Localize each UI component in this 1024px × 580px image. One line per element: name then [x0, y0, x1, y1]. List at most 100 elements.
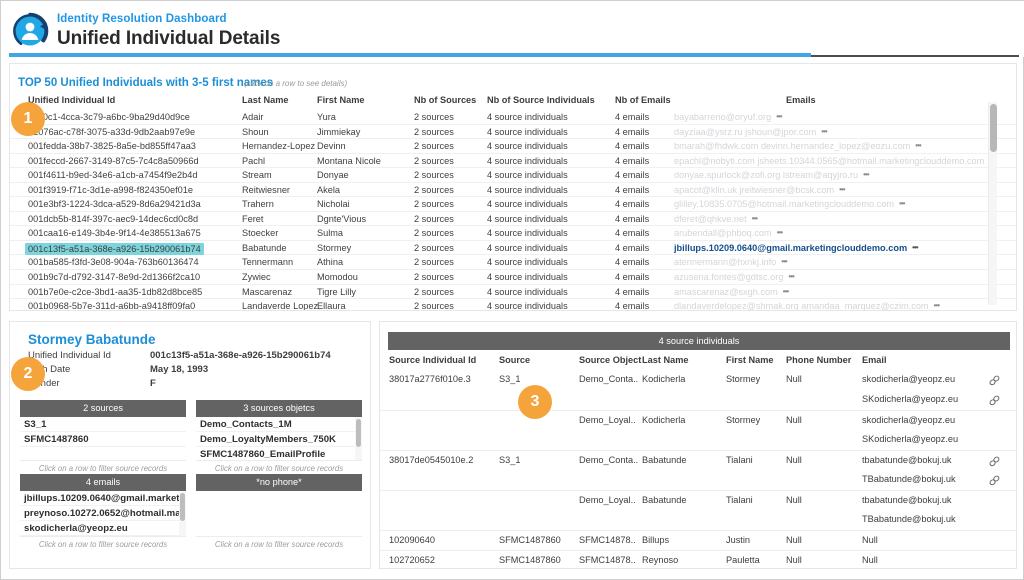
- overflow-dots-icon[interactable]: •••: [777, 228, 783, 237]
- overflow-dots-icon[interactable]: •••: [915, 141, 921, 150]
- filter-box-hint: Click on a row to filter source records: [214, 540, 344, 549]
- overflow-dots-icon[interactable]: •••: [781, 257, 787, 266]
- table-row[interactable]: 001c13f5-a51a-368e-a926-15b290061b74 Baba…: [10, 241, 1016, 256]
- table-row[interactable]: TBabatunde@bokuj.uk: [380, 470, 1018, 490]
- chain-link-icon[interactable]: [988, 394, 1001, 409]
- list-item[interactable]: S3_1: [20, 417, 186, 432]
- filter-box-title[interactable]: *no phone*: [196, 474, 362, 491]
- cell-nb_sources: 2 sources: [414, 184, 454, 195]
- cell-phone-number: Null: [786, 535, 802, 545]
- filter-box-title[interactable]: 4 emails: [20, 474, 186, 491]
- filter-box-list[interactable]: Demo_Contacts_1M Demo_LoyaltyMembers_750K…: [196, 417, 362, 461]
- chain-link-icon[interactable]: [988, 374, 1001, 389]
- cell-first: Donyae: [317, 170, 349, 181]
- list-item[interactable]: Demo_Contacts_1M: [196, 417, 362, 432]
- table-row[interactable]: 38017de0545010e.2 S3_1 Demo_Conta.. Babatun…: [380, 450, 1018, 470]
- cell-first: Dgnte'Vious: [317, 213, 367, 224]
- table-row[interactable]: 102090640 SFMC1487860 SFMC14878.. Billups Ju…: [380, 530, 1018, 550]
- cell-nb_sources: 2 sources: [414, 112, 454, 122]
- table-row[interactable]: 02076ac-c78f-3075-a33d-9db2aab97e9e Shoun…: [10, 125, 1016, 140]
- overflow-dots-icon[interactable]: •••: [863, 170, 869, 179]
- box-scrollbar-thumb[interactable]: [356, 419, 361, 447]
- source-table-body[interactable]: 38017a2776f010e.3 S3_1 Demo_Conta.. Kodiche…: [380, 370, 1018, 570]
- table-row[interactable]: Demo_Loyal.. Babatunde Tialani Null tbabatun…: [380, 490, 1018, 510]
- cell-last-name: Reynoso: [642, 555, 679, 565]
- list-item[interactable]: skodicherla@yeopz.eu: [20, 521, 186, 536]
- list-item[interactable]: Demo_LoyaltyMembers_750K: [196, 432, 362, 447]
- overflow-dots-icon[interactable]: •••: [821, 127, 827, 136]
- filter-box-title[interactable]: 3 sources objetcs: [196, 400, 362, 417]
- table-row[interactable]: TBabatunde@bokuj.uk: [380, 510, 1018, 530]
- filter-box-title[interactable]: 2 sources: [20, 400, 186, 417]
- filter-box-list[interactable]: jbillups.10209.0640@gmail.marketi preynos…: [20, 491, 186, 537]
- table-row[interactable]: 20c0c1-4cca-3c79-a6bc-9ba29d40d9ce Adair Y…: [10, 110, 1016, 125]
- overflow-dots-icon[interactable]: •••: [839, 185, 845, 194]
- chain-link-icon[interactable]: [988, 474, 1001, 489]
- dashboard-root: Identity Resolution Dashboard Unified In…: [0, 0, 1024, 580]
- list-item[interactable]: jbillups.10209.0640@gmail.marketi: [20, 491, 186, 506]
- cell-last: Reitwiesner: [242, 184, 290, 195]
- cell-emails: bmarah@fhdwk.com devinn.hernandez_lopez@…: [674, 141, 922, 152]
- cell-first: Sulma: [317, 228, 344, 239]
- table-row[interactable]: SKodicherla@yeopz.eu: [380, 430, 1018, 450]
- overflow-dots-icon[interactable]: •••: [912, 243, 918, 252]
- table-row[interactable]: SKodicherla@yeopz.eu: [380, 390, 1018, 410]
- filter-box-list[interactable]: S3_1 SFMC1487860: [20, 417, 186, 461]
- table-row[interactable]: 001b9c7d-d792-3147-8e9d-2d1366f2ca10 Zywi…: [10, 270, 1016, 285]
- filter-box-list[interactable]: [196, 491, 362, 537]
- table-row[interactable]: 38017a2776f010e.3 S3_1 Demo_Conta.. Kodiche…: [380, 370, 1018, 390]
- cell-source-individual-id: 38017de0545010e.2: [389, 455, 474, 465]
- cell-emails: azusena.fontes@gdtsc.org •••: [674, 272, 795, 283]
- overflow-dots-icon[interactable]: •••: [788, 272, 794, 281]
- cell-id: 001caa16-e149-3b4e-9f14-4e385513a675: [28, 228, 201, 239]
- callout-badge-1: 1: [11, 102, 45, 136]
- table-row[interactable]: 001caa16-e149-3b4e-9f14-4e385513a675 Stoe…: [10, 226, 1016, 241]
- chain-link-icon[interactable]: [988, 455, 1001, 470]
- cell-nb_sources: 2 sources: [414, 228, 454, 239]
- table-row[interactable]: 001feccd-2667-3149-87c5-7c4c8a50966d Pach…: [10, 154, 1016, 169]
- cell-nb_source_individuals: 4 source individuals: [487, 155, 568, 166]
- overflow-dots-icon[interactable]: •••: [899, 199, 905, 208]
- cell-nb_sources: 2 sources: [414, 199, 454, 210]
- table-row[interactable]: 102720652 SFMC1487860 SFMC14878.. Reynoso Pa…: [380, 550, 1018, 570]
- cell-id: 001b9c7d-d792-3147-8e9d-2d1366f2ca10: [28, 272, 201, 283]
- table-row[interactable]: 001dcb5b-814f-397c-aec9-14dec6cd0c8d Fere…: [10, 212, 1016, 227]
- detail-field-label-0: Unified Individual Id: [28, 350, 111, 361]
- list-item[interactable]: preynoso.10272.0652@hotmail.mar: [20, 506, 186, 521]
- table-row[interactable]: 001e3bf3-1224-3dca-a529-8d6a29421d3a Trah…: [10, 197, 1016, 212]
- cell-nb_emails: 4 emails: [615, 199, 650, 210]
- cell-first: Stormey: [317, 242, 352, 253]
- cell-source: S3_1: [499, 455, 521, 465]
- cell-first: Tigre Lilly: [317, 286, 356, 297]
- cell-first-name: Stormey: [726, 415, 761, 425]
- overflow-dots-icon[interactable]: •••: [776, 112, 782, 121]
- table-row[interactable]: Demo_Loyal.. Kodicherla Stormey Null skodich…: [380, 410, 1018, 430]
- table-row[interactable]: 001b7e0e-c2ce-3bd1-aa35-1db82d8bce85 Masc…: [10, 285, 1016, 300]
- table-row[interactable]: 001ba585-f3fd-3e08-904a-763b60136474 Tenn…: [10, 255, 1016, 271]
- top-panel-hint: (click on a row to see details): [244, 79, 348, 88]
- overflow-dots-icon[interactable]: •••: [752, 214, 758, 223]
- cell-email: SKodicherla@yeopz.eu: [862, 394, 959, 404]
- box-scrollbar[interactable]: [179, 491, 186, 536]
- cell-last: Tennermann: [242, 257, 294, 268]
- col-nb-of-emails: Nb of Emails: [615, 95, 671, 105]
- list-item[interactable]: SFMC1487860_EmailProfile: [196, 447, 362, 460]
- cell-id: 001f3919-f71c-3d1e-a998-f824350ef01e: [28, 184, 194, 195]
- source-table-header: Source Individual Id Source Source Objec…: [380, 354, 1018, 370]
- box-scrollbar-thumb[interactable]: [180, 493, 185, 521]
- top-table-scrollbar-thumb[interactable]: [990, 104, 997, 152]
- cell-id: 001b0968-5b7e-311d-a6bb-a9418ff09fa0: [28, 301, 196, 310]
- table-row[interactable]: 001b0968-5b7e-311d-a6bb-a9418ff09fa0 Land…: [10, 299, 1016, 310]
- overflow-dots-icon[interactable]: •••: [783, 287, 789, 296]
- header-text-group: Identity Resolution Dashboard Unified In…: [57, 12, 280, 51]
- cell-id: 001f4611-b9ed-34e6-a1cb-a7454f9e2b4d: [28, 170, 198, 181]
- list-item[interactable]: SFMC1487860: [20, 432, 186, 447]
- table-row[interactable]: 001fedda-38b7-3825-8a5e-bd855ff47aa3 Hern…: [10, 139, 1016, 154]
- cell-last: Shoun: [242, 126, 269, 137]
- box-scrollbar[interactable]: [355, 417, 362, 460]
- table-row[interactable]: 001f4611-b9ed-34e6-a1cb-a7454f9e2b4d Stre…: [10, 168, 1016, 183]
- top-table-body[interactable]: 20c0c1-4cca-3c79-a6bc-9ba29d40d9ce Adair Y…: [10, 110, 1016, 310]
- overflow-dots-icon[interactable]: •••: [934, 301, 940, 310]
- table-row[interactable]: 001f3919-f71c-3d1e-a998-f824350ef01e Reit…: [10, 183, 1016, 198]
- top-table-scrollbar[interactable]: [988, 102, 997, 305]
